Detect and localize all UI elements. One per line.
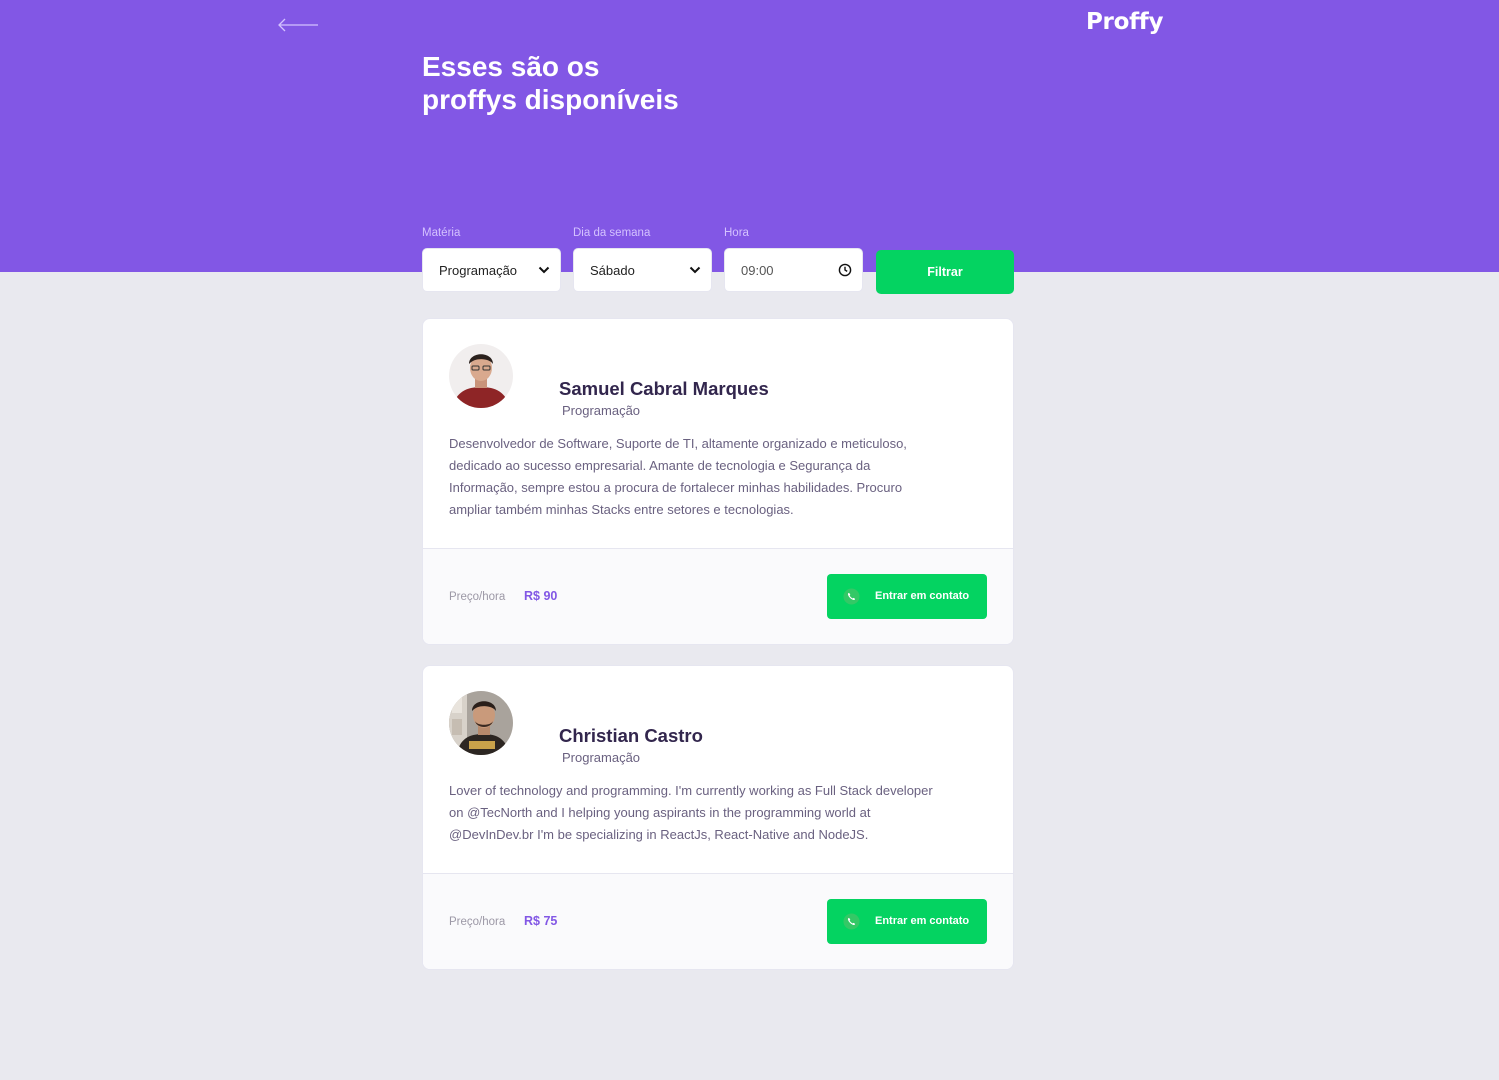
teacher-bio-line: Desenvolvedor de Software, Suporte de TI… bbox=[449, 436, 907, 451]
price-value: R$ 90 bbox=[524, 589, 558, 603]
proffy-logo: Proffy bbox=[1086, 9, 1164, 35]
teacher-card: Samuel Cabral Marques Programação Desenv… bbox=[422, 318, 1014, 645]
page-title: Esses são os proffys disponíveis bbox=[422, 50, 842, 116]
page-title-line1: Esses são os bbox=[422, 51, 600, 82]
time-input-value: 09:00 bbox=[741, 262, 774, 278]
teacher-bio-line: @DevInDev.br I'm be specializing in Reac… bbox=[449, 827, 869, 842]
page-header bbox=[0, 0, 1499, 272]
teacher-footer: Preço/hora R$ 75 Entrar em contato bbox=[423, 873, 1013, 969]
teacher-bio-line: dedicado ao sucesso empresarial. Amante … bbox=[449, 458, 871, 473]
contact-button-label: Entrar em contato bbox=[875, 590, 970, 602]
teacher-bio-line: on @TecNorth and I helping young aspiran… bbox=[449, 805, 871, 820]
teacher-bio-line: Informação, sempre estou a procura de fo… bbox=[449, 480, 903, 495]
teacher-bio-line: ampliar também minhas Stacks entre setor… bbox=[449, 502, 794, 517]
whatsapp-icon bbox=[843, 913, 860, 930]
time-input[interactable]: 09:00 bbox=[724, 248, 863, 292]
page-title-line2: proffys disponíveis bbox=[422, 84, 679, 115]
time-label: Hora bbox=[724, 227, 749, 239]
avatar bbox=[449, 344, 513, 408]
avatar bbox=[449, 691, 513, 755]
weekday-label: Dia da semana bbox=[573, 227, 651, 239]
weekday-select-value: Sábado bbox=[590, 262, 635, 278]
teacher-card: Christian Castro Programação Lover of te… bbox=[422, 665, 1014, 970]
clock-icon[interactable] bbox=[838, 263, 852, 277]
contact-button[interactable]: Entrar em contato bbox=[827, 574, 987, 619]
contact-button[interactable]: Entrar em contato bbox=[827, 899, 987, 944]
teacher-bio-line: Lover of technology and programming. I'm… bbox=[449, 783, 933, 798]
price-value: R$ 75 bbox=[524, 914, 558, 928]
subject-label: Matéria bbox=[422, 227, 461, 239]
whatsapp-icon bbox=[843, 588, 860, 605]
subject-select-value: Programação bbox=[439, 262, 518, 278]
teacher-name: Christian Castro bbox=[559, 725, 703, 746]
subject-select[interactable]: Programação bbox=[422, 248, 561, 292]
arrow-left-icon bbox=[278, 18, 318, 32]
teacher-footer: Preço/hora R$ 90 Entrar em contato bbox=[423, 548, 1013, 644]
chevron-down-icon bbox=[538, 266, 550, 274]
contact-button-label: Entrar em contato bbox=[875, 915, 970, 927]
weekday-select[interactable]: Sábado bbox=[573, 248, 712, 292]
filter-button[interactable]: Filtrar bbox=[876, 250, 1014, 294]
teacher-bio: Desenvolvedor de Software, Suporte de TI… bbox=[449, 433, 994, 521]
price-label: Preço/hora bbox=[449, 916, 506, 928]
teacher-name: Samuel Cabral Marques bbox=[559, 378, 769, 399]
chevron-down-icon bbox=[689, 266, 701, 274]
teacher-subject: Programação bbox=[562, 403, 641, 418]
price-label: Preço/hora bbox=[449, 591, 506, 603]
teacher-bio: Lover of technology and programming. I'm… bbox=[449, 780, 994, 846]
teacher-subject: Programação bbox=[562, 750, 641, 765]
back-link[interactable] bbox=[276, 14, 320, 36]
